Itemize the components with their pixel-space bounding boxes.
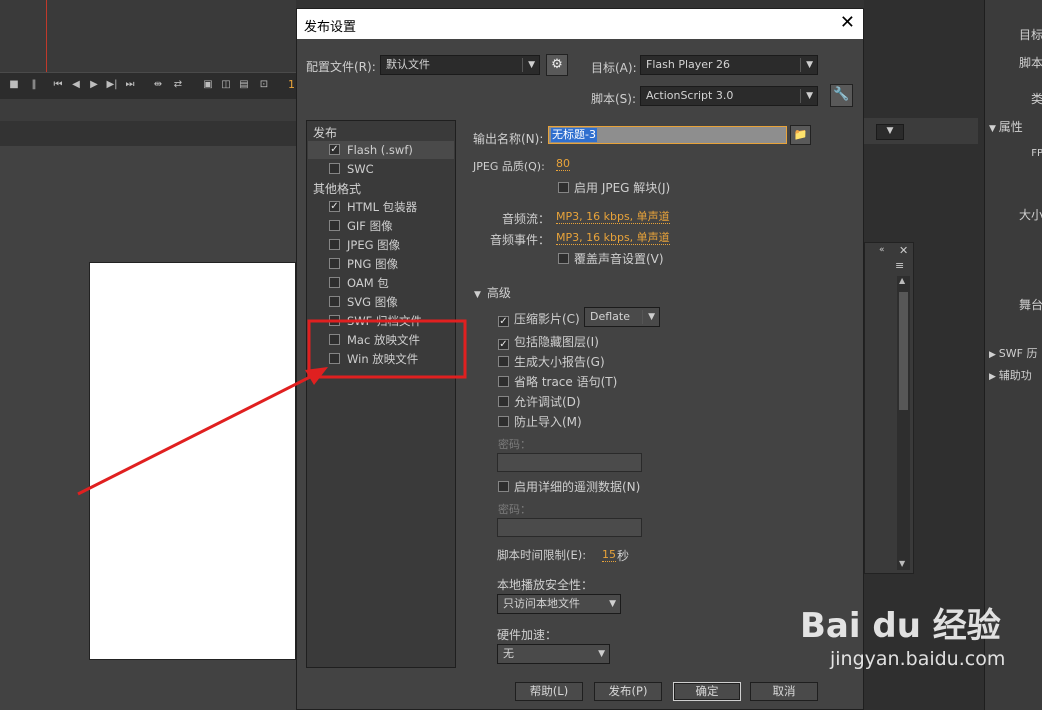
watermark-url: jingyan.baidu.com [830, 648, 1006, 670]
annotation-arrow-line [77, 371, 319, 496]
baidu-jingyan-logo: Bai du 经验 [800, 606, 1001, 646]
highlight-box [307, 319, 467, 379]
